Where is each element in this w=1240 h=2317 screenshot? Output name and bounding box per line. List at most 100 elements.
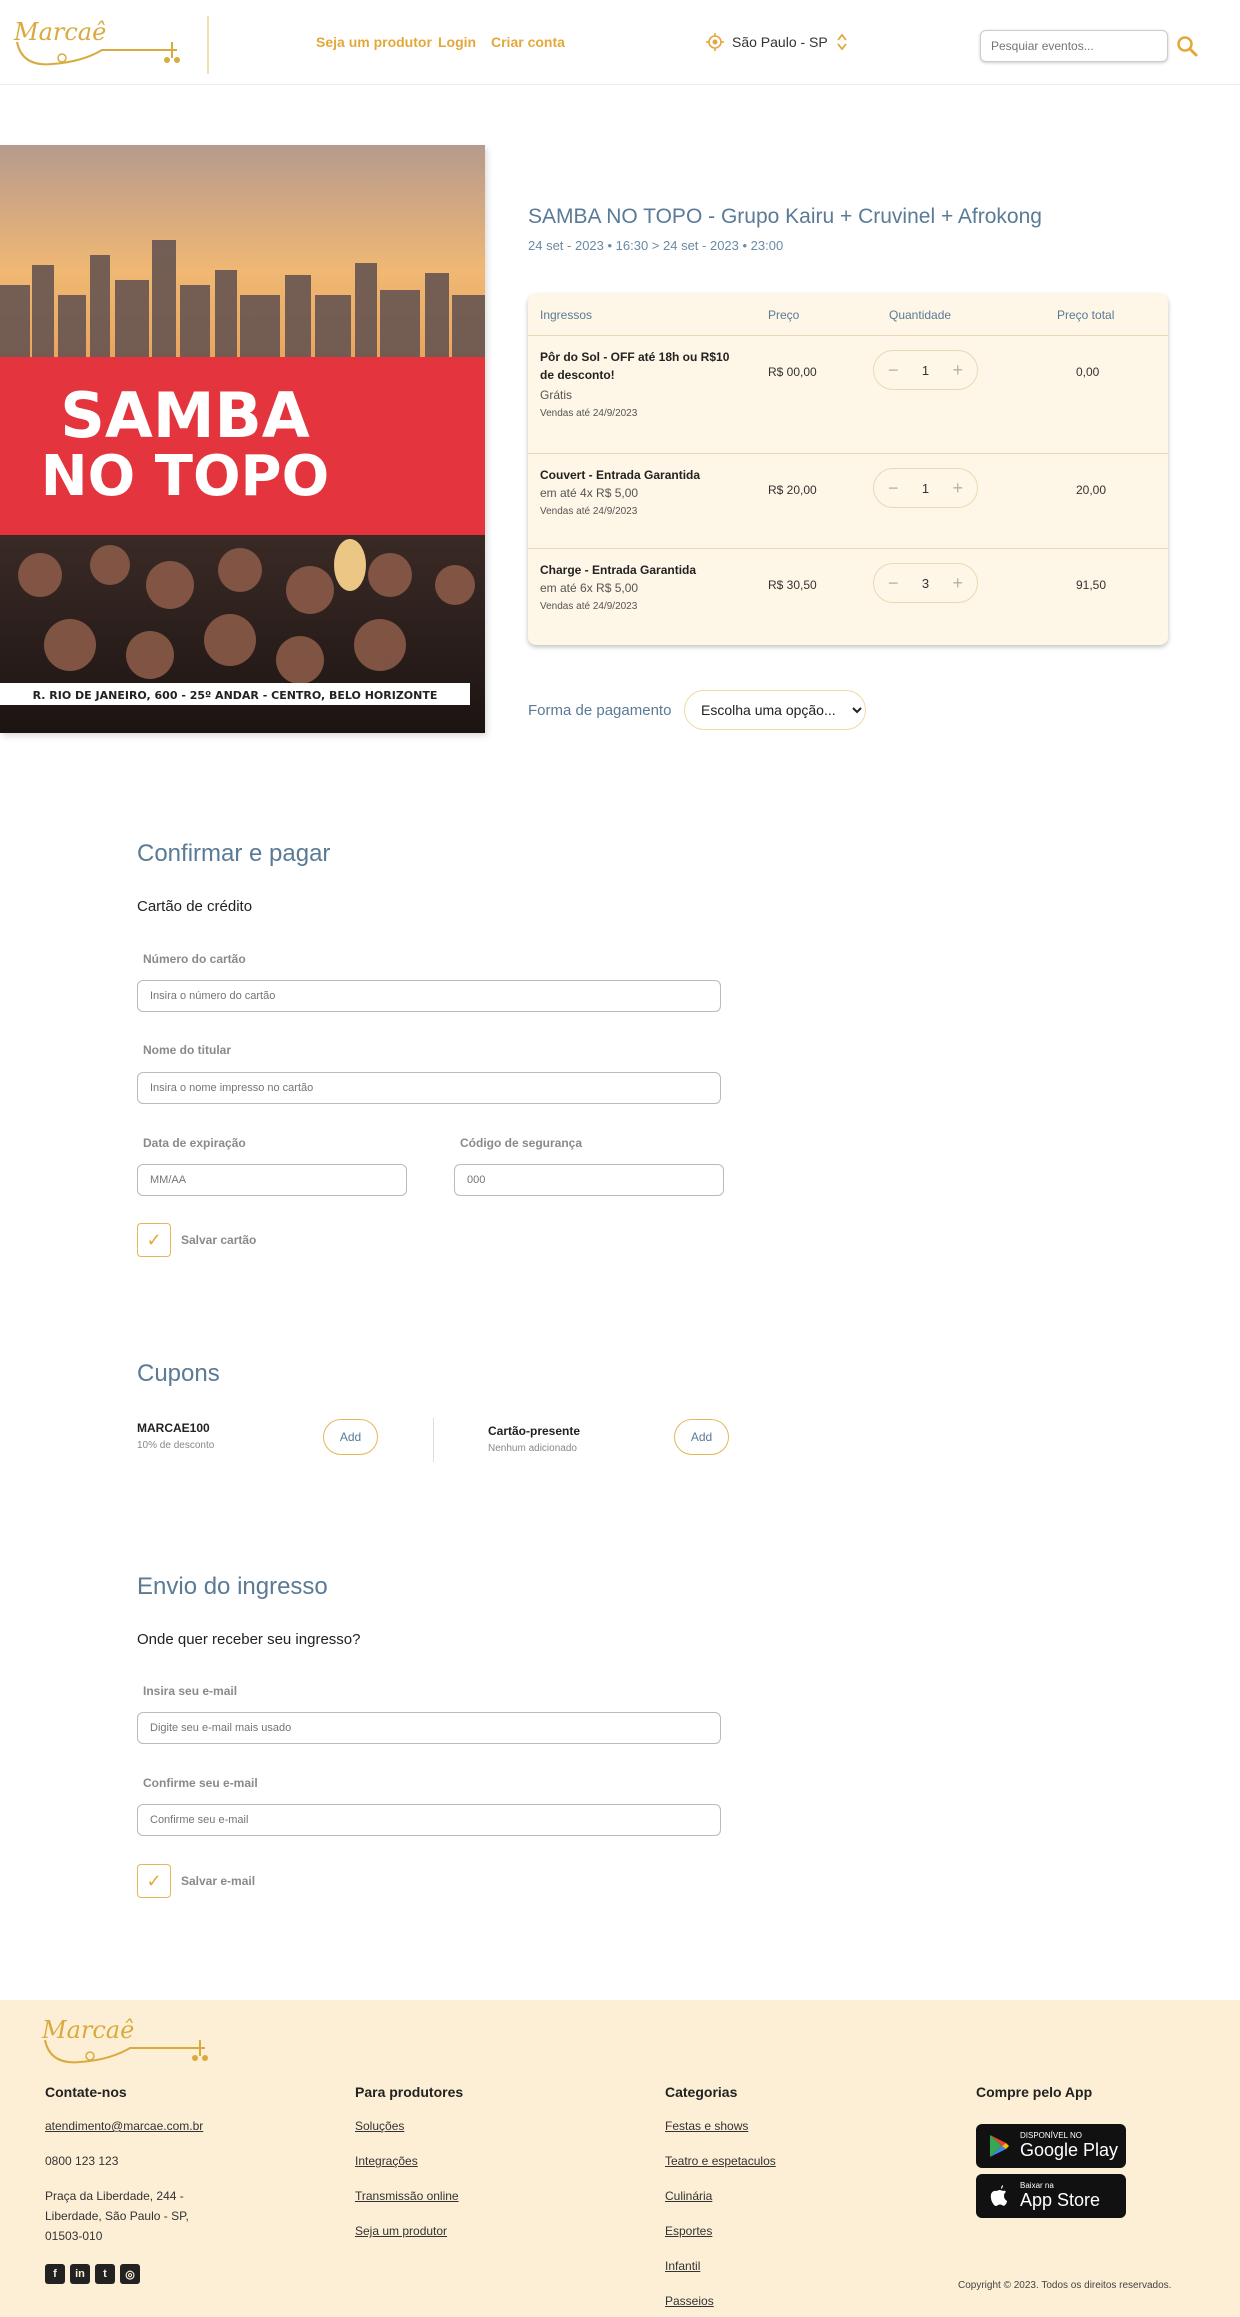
footer-link-seja-produtor[interactable]: Seja um produtor [355, 2221, 447, 2241]
coupon-code: MARCAE100 [137, 1421, 210, 1435]
header-divider [207, 16, 209, 74]
gift-card-status: Nenhum adicionado [488, 1443, 577, 1454]
increment-button[interactable]: + [952, 360, 963, 381]
google-play-small: DISPONÍVEL NO [1020, 2131, 1082, 2140]
ticket-price: R$ 20,00 [768, 483, 817, 497]
tickets-table: Ingressos Preço Quantidade Preço total P… [528, 294, 1168, 645]
add-gift-card-button[interactable]: Add [674, 1419, 729, 1455]
ticket-name: Charge - Entrada Garantida [540, 563, 697, 577]
footer-app-title: Compre pelo App [976, 2084, 1093, 2100]
expiry-label: Data de expiração [143, 1136, 246, 1150]
decrement-button[interactable]: − [888, 573, 899, 594]
quantity-stepper: − 1 + [873, 468, 978, 508]
table-row: Couvert - Entrada Garantida em até 4x R$… [528, 454, 1168, 549]
coupons-divider [433, 1418, 434, 1462]
nav-login-link[interactable]: Login [438, 34, 476, 50]
quantity-stepper: − 3 + [873, 563, 978, 603]
event-date: 24 set - 2023 • 16:30 > 24 set - 2023 • … [528, 238, 784, 253]
save-email-label: Salvar e-mail [181, 1874, 256, 1888]
city-selector[interactable]: São Paulo - SP [706, 30, 848, 54]
twitter-icon[interactable]: t [95, 2264, 115, 2284]
quantity-value: 3 [921, 575, 930, 591]
col-quantidade: Quantidade [889, 308, 952, 322]
app-store-small: Baixar na [1020, 2181, 1054, 2190]
event-banner: SAMBA NO TOPO R. RIO DE JANEIRO, 600 - 2… [0, 145, 485, 733]
footer-link-festas[interactable]: Festas e shows [665, 2116, 748, 2136]
table-row: Charge - Entrada Garantida em até 6x R$ … [528, 549, 1168, 645]
save-card-checkbox[interactable]: ✓ [137, 1223, 171, 1257]
footer-address: Praça da Liberdade, 244 - Liberdade, São… [45, 2189, 189, 2243]
ticket-price: R$ 00,00 [768, 365, 817, 379]
search-input[interactable] [980, 30, 1168, 62]
ticket-name: Couvert - Entrada Garantida [540, 468, 701, 482]
quantity-value: 1 [921, 362, 930, 378]
ticket-total: 0,00 [1076, 365, 1100, 379]
banner-headline-2: NO TOPO [41, 444, 329, 509]
event-title: SAMBA NO TOPO - Grupo Kairu + Cruvinel +… [528, 205, 1042, 228]
search-icon[interactable] [1174, 33, 1200, 59]
marcae-logo[interactable]: Marcaê [40, 2010, 215, 2070]
instagram-icon[interactable]: ◎ [120, 2264, 140, 2284]
save-email-checkbox[interactable]: ✓ [137, 1864, 171, 1898]
ticket-sub: Grátis [540, 388, 573, 402]
holder-name-label: Nome do titular [143, 1043, 232, 1057]
svg-text:Marcaê: Marcaê [41, 2016, 134, 2044]
decrement-button[interactable]: − [888, 360, 899, 381]
email-label: Insira seu e-mail [143, 1684, 238, 1698]
footer-link-infantil[interactable]: Infantil [665, 2256, 700, 2276]
footer-link-esportes[interactable]: Esportes [665, 2221, 712, 2241]
google-play-icon [990, 2135, 1009, 2157]
ticket-sub: em até 6x R$ 5,00 [540, 581, 639, 595]
city-label: São Paulo - SP [732, 34, 828, 50]
nav-signup-link[interactable]: Criar conta [491, 34, 565, 50]
footer-link-transmissao[interactable]: Transmissão online [355, 2186, 459, 2206]
apple-icon [990, 2185, 1007, 2206]
facebook-icon[interactable]: f [45, 2264, 65, 2284]
ticket-total: 91,50 [1076, 578, 1107, 592]
table-row: Pôr do Sol - OFF até 18h ou R$10 de desc… [528, 336, 1168, 454]
delivery-subtitle: Onde quer receber seu ingresso? [137, 1631, 361, 1648]
footer-link-culinaria[interactable]: Culinária [665, 2186, 712, 2206]
cvv-label: Código de segurança [460, 1136, 583, 1150]
footer-link-solucoes[interactable]: Soluções [355, 2116, 404, 2136]
footer-contact-title: Contate-nos [45, 2084, 127, 2100]
email-field[interactable] [137, 1712, 721, 1744]
footer-link-teatro[interactable]: Teatro e espetaculos [665, 2151, 776, 2171]
banner-headline-1: SAMBA [60, 379, 310, 452]
card-number-label: Número do cartão [143, 952, 246, 966]
expiry-field[interactable] [137, 1164, 407, 1196]
check-icon: ✓ [146, 1870, 162, 1891]
footer-link-passeios[interactable]: Passeios [665, 2291, 714, 2311]
footer-categories-title: Categorias [665, 2084, 738, 2100]
decrement-button[interactable]: − [888, 478, 899, 499]
footer-email-link[interactable]: atendimento@marcae.com.br [45, 2116, 203, 2136]
nav-producer-link[interactable]: Seja um produtor [316, 34, 432, 50]
gift-card-title: Cartão-presente [488, 1424, 581, 1438]
payment-method-select[interactable]: Escolha uma opção... [684, 690, 866, 730]
ticket-price: R$ 30,50 [768, 578, 817, 592]
linkedin-icon[interactable]: in [70, 2264, 90, 2284]
cvv-field[interactable] [454, 1164, 724, 1196]
svg-text:Marcaê: Marcaê [13, 18, 106, 46]
confirm-pay-title: Confirmar e pagar [137, 840, 331, 867]
delivery-title: Envio do ingresso [137, 1573, 328, 1600]
location-icon [706, 33, 724, 51]
add-coupon-button[interactable]: Add [323, 1419, 378, 1455]
quantity-value: 1 [921, 480, 930, 496]
footer-producers-title: Para produtores [355, 2084, 464, 2100]
ticket-sales-until: Vendas até 24/9/2023 [540, 601, 638, 612]
card-number-field[interactable] [137, 980, 721, 1012]
holder-name-field[interactable] [137, 1072, 721, 1104]
increment-button[interactable]: + [952, 478, 963, 499]
increment-button[interactable]: + [952, 573, 963, 594]
app-store-button[interactable]: Baixar na App Store [976, 2174, 1126, 2218]
coupons-title: Cupons [137, 1360, 220, 1387]
google-play-button[interactable]: DISPONÍVEL NO Google Play [976, 2124, 1126, 2168]
site-header: Marcaê Seja um produtor Login Criar cont… [0, 0, 1240, 85]
google-play-big: Google Play [1020, 2140, 1119, 2160]
confirm-email-field[interactable] [137, 1804, 721, 1836]
marcae-logo[interactable]: Marcaê [12, 12, 187, 72]
col-preco-total: Preço total [1057, 308, 1115, 322]
footer-link-integracoes[interactable]: Integrações [355, 2151, 418, 2171]
credit-card-subtitle: Cartão de crédito [137, 898, 253, 915]
